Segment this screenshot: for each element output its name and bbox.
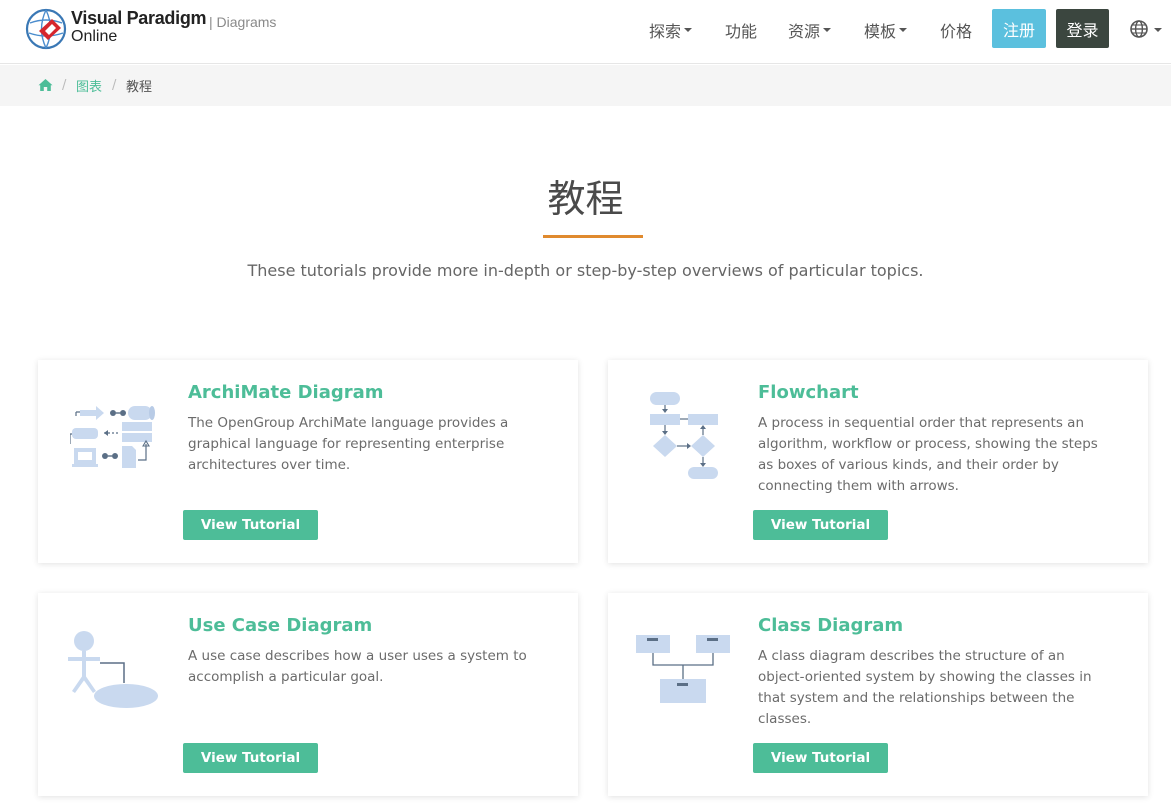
tutorial-card-archimate: ArchiMate Diagram The OpenGroup ArchiMat… bbox=[38, 360, 578, 563]
use-case-diagram-icon bbox=[68, 631, 158, 708]
visual-paradigm-logo-icon[interactable] bbox=[25, 7, 69, 51]
card-description: A class diagram describes the structure … bbox=[758, 648, 1092, 727]
title-underline bbox=[543, 235, 643, 238]
breadcrumb-separator: / bbox=[112, 78, 117, 93]
breadcrumb-separator: / bbox=[62, 78, 67, 93]
language-caret-down-icon[interactable] bbox=[1154, 28, 1162, 32]
nav-item-templates[interactable]: 模板 bbox=[864, 0, 908, 60]
brand-line-1: Visual Paradigm bbox=[71, 8, 207, 28]
archimate-diagram-icon bbox=[70, 406, 155, 468]
card-description: A use case describes how a user uses a s… bbox=[188, 648, 527, 685]
signup-button[interactable]: 注册 bbox=[992, 9, 1046, 48]
tutorial-card-flowchart: Flowchart A process in sequential order … bbox=[608, 360, 1148, 563]
brand-section-label: | Diagrams bbox=[209, 14, 277, 30]
home-icon[interactable] bbox=[38, 78, 53, 92]
nav-item-label: 探索 bbox=[649, 22, 682, 41]
tutorial-card-use-case: Use Case Diagram A use case describes ho… bbox=[38, 593, 578, 796]
brand-line-2: Online bbox=[71, 28, 118, 45]
nav-item-label: 模板 bbox=[864, 22, 897, 41]
flowchart-icon bbox=[650, 392, 718, 479]
tutorial-card-class-diagram: Class Diagram A class diagram describes … bbox=[608, 593, 1148, 796]
page-title: 教程 bbox=[547, 177, 624, 221]
card-description: The OpenGroup ArchiMate language provide… bbox=[188, 415, 509, 473]
card-title[interactable]: Class Diagram bbox=[758, 615, 903, 636]
globe-icon[interactable] bbox=[1130, 20, 1148, 38]
card-title[interactable]: ArchiMate Diagram bbox=[188, 382, 384, 403]
brand-name[interactable]: Visual Paradigm Online bbox=[71, 8, 207, 45]
view-tutorial-button[interactable]: View Tutorial bbox=[183, 510, 318, 540]
card-description: A process in sequential order that repre… bbox=[758, 415, 1098, 494]
nav-item-label: 资源 bbox=[788, 22, 821, 41]
card-title[interactable]: Flowchart bbox=[758, 382, 859, 403]
nav-item-features[interactable]: 功能 bbox=[725, 0, 757, 60]
class-diagram-icon bbox=[636, 635, 730, 703]
top-navbar: Visual Paradigm Online | Diagrams 探索 功能 … bbox=[0, 0, 1171, 64]
login-button[interactable]: 登录 bbox=[1056, 9, 1109, 48]
nav-item-pricing[interactable]: 价格 bbox=[940, 0, 972, 60]
view-tutorial-button[interactable]: View Tutorial bbox=[753, 510, 888, 540]
nav-item-explore[interactable]: 探索 bbox=[649, 0, 693, 60]
breadcrumb-item-current: 教程 bbox=[126, 80, 153, 95]
breadcrumb-item-diagrams[interactable]: 图表 bbox=[76, 65, 102, 106]
nav-item-label: 价格 bbox=[940, 22, 973, 41]
card-title[interactable]: Use Case Diagram bbox=[188, 615, 372, 636]
breadcrumb: / 图表 / 教程 bbox=[0, 65, 1171, 106]
caret-down-icon bbox=[684, 28, 693, 32]
caret-down-icon bbox=[899, 28, 908, 32]
nav-item-label: 功能 bbox=[725, 22, 758, 41]
view-tutorial-button[interactable]: View Tutorial bbox=[753, 743, 888, 773]
page-subtitle: These tutorials provide more in-depth or… bbox=[247, 261, 924, 280]
caret-down-icon bbox=[823, 28, 832, 32]
nav-item-resources[interactable]: 资源 bbox=[788, 0, 832, 60]
view-tutorial-button[interactable]: View Tutorial bbox=[183, 743, 318, 773]
